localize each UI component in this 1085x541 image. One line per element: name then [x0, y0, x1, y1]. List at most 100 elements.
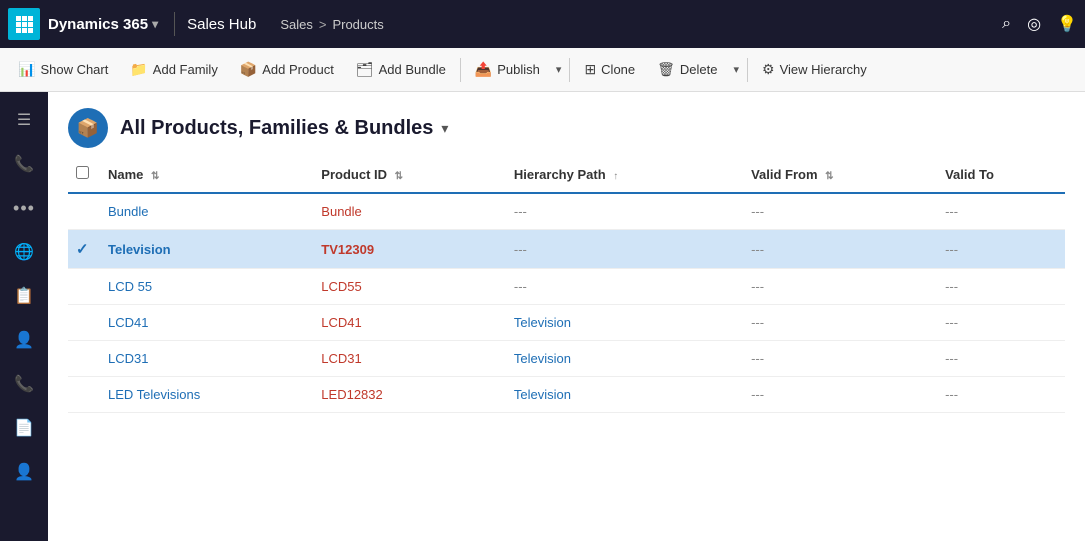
add-family-button[interactable]: 📁 Add Family	[120, 56, 227, 83]
row-name[interactable]: Bundle	[100, 193, 313, 230]
sidebar-person[interactable]: 👤	[4, 320, 44, 360]
add-family-icon: 📁	[130, 61, 147, 78]
row-product-id[interactable]: Bundle	[313, 193, 506, 230]
col-valid-to[interactable]: Valid To	[937, 156, 1065, 193]
row-valid-to: ---	[937, 341, 1065, 377]
row-product-id[interactable]: LCD41	[313, 305, 506, 341]
sidebar-person2[interactable]: 👤	[4, 452, 44, 492]
table-row[interactable]: LCD41LCD41Television------	[68, 305, 1065, 341]
app-name-label[interactable]: Dynamics 365 ▾	[48, 16, 158, 33]
table-row[interactable]: LCD 55LCD55---------	[68, 269, 1065, 305]
add-product-icon: 📦	[240, 61, 257, 78]
product-name-link[interactable]: LCD41	[108, 315, 148, 330]
row-check	[68, 193, 100, 230]
table-body: BundleBundle---------✓TelevisionTV12309-…	[68, 193, 1065, 413]
product-name-link[interactable]: LCD 55	[108, 279, 152, 294]
clone-button[interactable]: ⊞ Clone	[574, 56, 645, 83]
product-name-link[interactable]: LCD31	[108, 351, 148, 366]
product-id-link[interactable]: Bundle	[321, 204, 361, 219]
row-valid-from: ---	[743, 305, 937, 341]
row-check	[68, 305, 100, 341]
row-hierarchy-path: ---	[506, 269, 743, 305]
row-valid-from: ---	[743, 230, 937, 269]
sidebar-doc[interactable]: 📄	[4, 408, 44, 448]
products-table: Name ⇅ Product ID ⇅ Hierarchy Path ↑ V	[68, 156, 1065, 413]
col-hierarchy-path[interactable]: Hierarchy Path ↑	[506, 156, 743, 193]
row-name[interactable]: LCD31	[100, 341, 313, 377]
row-product-id[interactable]: LED12832	[313, 377, 506, 413]
add-product-button[interactable]: 📦 Add Product	[230, 56, 344, 83]
chart-icon: 📊	[18, 61, 35, 78]
breadcrumb-products: Products	[332, 17, 383, 32]
sort-name-icon: ⇅	[151, 171, 159, 182]
row-hierarchy-path: Television	[506, 305, 743, 341]
view-hierarchy-button[interactable]: ⚙ View Hierarchy	[752, 56, 877, 83]
row-product-id[interactable]: TV12309	[313, 230, 506, 269]
table-row[interactable]: BundleBundle---------	[68, 193, 1065, 230]
row-product-id[interactable]: LCD31	[313, 341, 506, 377]
col-product-id[interactable]: Product ID ⇅	[313, 156, 506, 193]
product-id-link[interactable]: LCD31	[321, 351, 361, 366]
table-header-row: Name ⇅ Product ID ⇅ Hierarchy Path ↑ V	[68, 156, 1065, 193]
row-valid-from: ---	[743, 341, 937, 377]
row-hierarchy-path: ---	[506, 230, 743, 269]
product-id-link[interactable]: LCD55	[321, 279, 361, 294]
table-row[interactable]: LCD31LCD31Television------	[68, 341, 1065, 377]
row-name[interactable]: LED Televisions	[100, 377, 313, 413]
add-bundle-button[interactable]: 🗂 Add Bundle	[346, 56, 456, 83]
app-grid-icon[interactable]	[8, 8, 40, 40]
sidebar-phone[interactable]: 📞	[4, 364, 44, 404]
toolbar-divider-3	[747, 58, 748, 82]
delete-dropdown[interactable]: ▾	[730, 58, 744, 81]
hub-name-label: Sales Hub	[187, 16, 256, 33]
sidebar-more[interactable]: •••	[4, 188, 44, 228]
delete-button[interactable]: 🗑 Delete	[647, 56, 727, 83]
product-id-link[interactable]: TV12309	[321, 242, 374, 257]
target-icon[interactable]: ◎	[1027, 14, 1041, 34]
publish-button[interactable]: 📤 Publish	[465, 56, 550, 83]
product-name-link[interactable]: Bundle	[108, 204, 148, 219]
row-valid-to: ---	[937, 269, 1065, 305]
publish-dropdown[interactable]: ▾	[552, 58, 566, 81]
product-name-link[interactable]: Television	[108, 242, 171, 257]
select-all-checkbox[interactable]	[76, 166, 89, 179]
hierarchy-icon: ⚙	[762, 61, 775, 78]
breadcrumb-arrow: >	[319, 17, 327, 32]
sidebar-globe[interactable]: 🌐	[4, 232, 44, 272]
sidebar-hamburger[interactable]: ☰	[4, 100, 44, 140]
toolbar: 📊 Show Chart 📁 Add Family 📦 Add Product …	[0, 48, 1085, 92]
notification-icon[interactable]: 💡	[1057, 14, 1077, 34]
table-row[interactable]: LED TelevisionsLED12832Television------	[68, 377, 1065, 413]
row-hierarchy-path: Television	[506, 341, 743, 377]
row-product-id[interactable]: LCD55	[313, 269, 506, 305]
main-layout: ☰ 📞 ••• 🌐 📋 👤 📞 📄 👤 📦 All Products, Fami…	[0, 92, 1085, 541]
sidebar-calls[interactable]: 📞	[4, 144, 44, 184]
publish-icon: 📤	[475, 61, 492, 78]
breadcrumb-sales[interactable]: Sales	[280, 17, 313, 32]
product-id-link[interactable]: LCD41	[321, 315, 361, 330]
product-name-link[interactable]: LED Televisions	[108, 387, 200, 402]
show-chart-button[interactable]: 📊 Show Chart	[8, 56, 118, 83]
check-mark: ✓	[76, 241, 89, 258]
row-name[interactable]: LCD 55	[100, 269, 313, 305]
search-icon[interactable]: ⌕	[1002, 15, 1011, 33]
row-hierarchy-path: ---	[506, 193, 743, 230]
product-id-link[interactable]: LED12832	[321, 387, 382, 402]
row-name[interactable]: LCD41	[100, 305, 313, 341]
row-valid-to: ---	[937, 377, 1065, 413]
sort-hier-icon: ↑	[613, 171, 618, 182]
row-valid-from: ---	[743, 193, 937, 230]
table-row[interactable]: ✓TelevisionTV12309---------	[68, 230, 1065, 269]
toolbar-divider-1	[460, 58, 461, 82]
page-title-dropdown[interactable]: ▾	[441, 120, 448, 137]
row-check	[68, 341, 100, 377]
col-valid-from[interactable]: Valid From ⇅	[743, 156, 937, 193]
row-hierarchy-path: Television	[506, 377, 743, 413]
breadcrumb: Sales > Products	[280, 17, 383, 32]
sidebar-tasks[interactable]: 📋	[4, 276, 44, 316]
row-name[interactable]: Television	[100, 230, 313, 269]
page-icon: 📦	[68, 108, 108, 148]
row-check	[68, 269, 100, 305]
col-name[interactable]: Name ⇅	[100, 156, 313, 193]
top-navigation: Dynamics 365 ▾ Sales Hub Sales > Product…	[0, 0, 1085, 48]
